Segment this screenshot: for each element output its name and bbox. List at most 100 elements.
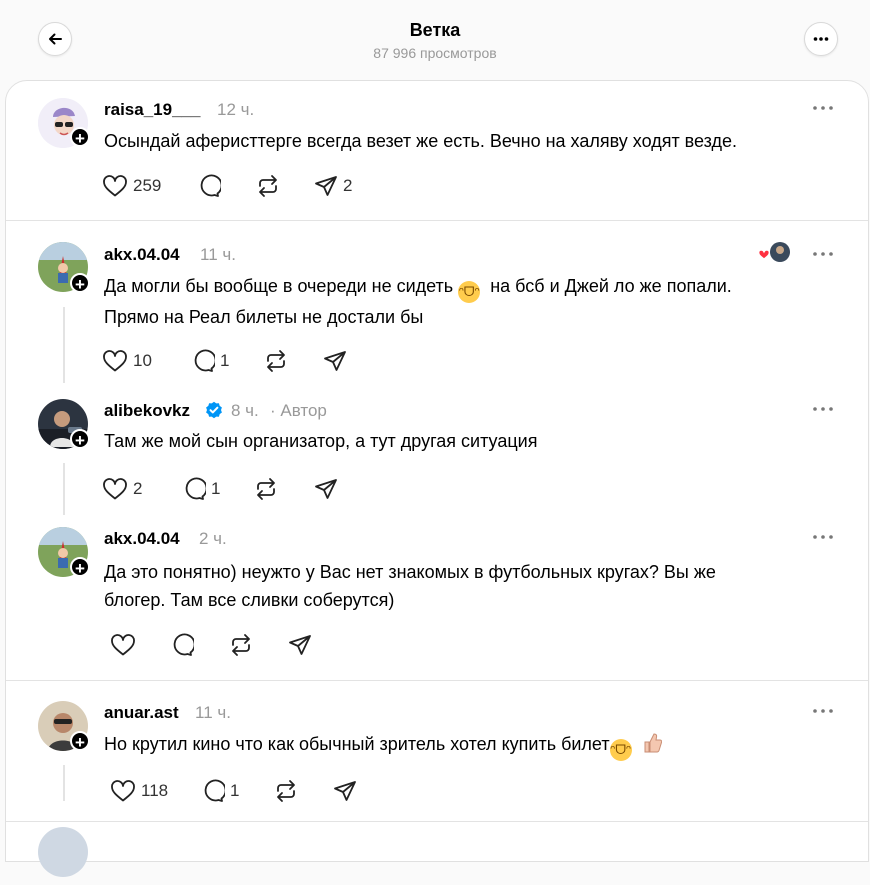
- follow-plus-icon[interactable]: +: [70, 127, 90, 148]
- post: + akx.04.04 11 ч. Да могли бы вообще в о…: [6, 221, 868, 383]
- page-title: Ветка: [409, 20, 461, 40]
- repost-icon: [259, 175, 277, 197]
- repost-button[interactable]: [253, 474, 279, 504]
- comment-icon: [204, 779, 225, 802]
- post-text: Да это понятно) неужто у Вас нет знакомы…: [104, 558, 824, 614]
- send-icon: [315, 479, 337, 499]
- laughing-emoji-icon: ᵔᗜᵔ: [609, 739, 632, 761]
- post-text: Да могли бы вообще в очереди не сидеть ᵔ…: [104, 272, 824, 331]
- share-button[interactable]: [288, 630, 312, 660]
- reply-button[interactable]: 1: [200, 776, 239, 806]
- reply-button[interactable]: [196, 171, 221, 201]
- follow-plus-icon[interactable]: +: [70, 557, 90, 578]
- post-text-line: Прямо на Реал билеты не достали бы: [104, 307, 424, 327]
- like-count: 2: [133, 479, 143, 498]
- thread-line: [63, 307, 65, 383]
- post-text-line: Но крутил кино что как обычный зритель х…: [104, 730, 824, 761]
- repost-icon: [232, 634, 250, 656]
- like-count: 10: [133, 351, 152, 370]
- like-button[interactable]: [110, 630, 136, 660]
- like-button[interactable]: 10: [102, 346, 152, 376]
- username[interactable]: alibekovkz: [104, 401, 190, 421]
- username[interactable]: raisa_19___: [104, 100, 200, 120]
- comment-icon: [200, 174, 221, 197]
- post: + alibekovkz 8 ч. · Автор Там же мой сын…: [6, 381, 868, 515]
- post-actions: 2 1: [102, 474, 402, 504]
- comment-icon: [185, 477, 206, 500]
- reply-count: 1: [211, 479, 221, 498]
- post-time[interactable]: 12 ч.: [217, 100, 254, 120]
- send-icon: [315, 176, 337, 196]
- thread-header: Ветка 87 996 просмотров: [0, 0, 870, 80]
- follow-plus-icon[interactable]: +: [70, 731, 90, 752]
- post-time[interactable]: 8 ч.: [231, 401, 259, 421]
- repost-icon: [277, 780, 295, 802]
- comment-icon: [173, 633, 194, 656]
- post-actions: [102, 630, 402, 660]
- post-text-line: Да это понятно) неужто у Вас нет знакомы…: [104, 562, 716, 582]
- post-text: Там же мой сын организатор, а тут другая…: [104, 427, 824, 455]
- more-options-icon[interactable]: [812, 402, 834, 416]
- view-count: 87 996 просмотров: [373, 45, 497, 61]
- like-button[interactable]: 2: [102, 474, 142, 504]
- avatar[interactable]: [38, 827, 88, 877]
- post-time[interactable]: 2 ч.: [199, 529, 227, 549]
- share-count: 2: [343, 176, 353, 195]
- thread-card: + raisa_19___ 12 ч. Осындай аферисттерге…: [5, 80, 869, 877]
- follow-plus-icon[interactable]: +: [70, 429, 90, 450]
- username[interactable]: akx.04.04: [104, 245, 180, 265]
- heart-icon: [103, 478, 127, 500]
- like-count: 259: [133, 176, 162, 195]
- more-options-icon[interactable]: [812, 101, 834, 115]
- reply-button[interactable]: 1: [181, 474, 220, 504]
- repost-icon: [257, 478, 275, 500]
- username[interactable]: akx.04.04: [104, 529, 180, 549]
- username[interactable]: anuar.ast: [104, 703, 179, 723]
- reply-count: 1: [220, 351, 230, 370]
- reply-button[interactable]: 1: [190, 346, 229, 376]
- repost-button[interactable]: [273, 776, 299, 806]
- like-button[interactable]: 118: [110, 776, 168, 806]
- post-text-line: Да могли бы вообще в очереди не сидеть ᵔ…: [104, 272, 824, 303]
- thread-line: [63, 463, 65, 515]
- more-options-icon[interactable]: [812, 704, 834, 718]
- heart-icon: [103, 175, 127, 197]
- share-button[interactable]: [314, 474, 338, 504]
- like-button[interactable]: 259: [102, 171, 161, 201]
- more-options-icon[interactable]: [812, 530, 834, 544]
- thread-line: [63, 765, 65, 801]
- post-actions: 118 1: [102, 776, 402, 806]
- more-options-icon[interactable]: [812, 247, 834, 261]
- post: + akx.04.04 2 ч. Да это понятно) неужто …: [6, 509, 868, 679]
- share-button[interactable]: 2: [314, 171, 352, 201]
- post-text-line: Там же мой сын организатор, а тут другая…: [104, 431, 538, 451]
- share-button[interactable]: [323, 346, 347, 376]
- repost-button[interactable]: [263, 346, 289, 376]
- repost-button[interactable]: [228, 630, 254, 660]
- post-time[interactable]: 11 ч.: [200, 245, 236, 265]
- laughing-emoji-icon: ᵔᗜᵔ: [458, 281, 481, 303]
- post-time[interactable]: 11 ч.: [195, 703, 231, 723]
- divider: [6, 821, 868, 822]
- share-button[interactable]: [333, 776, 357, 806]
- follow-plus-icon[interactable]: +: [70, 273, 90, 294]
- thumbs-up-emoji-icon: [642, 732, 662, 754]
- reply-button[interactable]: [169, 630, 194, 660]
- repost-icon: [267, 350, 285, 372]
- like-count: 118: [141, 781, 169, 800]
- repost-button[interactable]: [255, 171, 281, 201]
- thread-menu-button[interactable]: [804, 22, 838, 56]
- verified-badge-icon: [206, 401, 222, 419]
- more-horizontal-icon: [813, 37, 829, 41]
- heart-icon: [111, 780, 135, 802]
- post: + anuar.ast 11 ч. Но крутил кино что как…: [6, 681, 868, 831]
- send-icon: [289, 635, 311, 655]
- comment-icon: [194, 349, 215, 372]
- reply-count: 1: [230, 781, 240, 800]
- post-text-line: Осындай аферисттерге всегда везет же ест…: [104, 131, 738, 151]
- post-text-line: блогер. Там все сливки соберутся): [104, 590, 395, 610]
- heart-icon: [103, 350, 127, 372]
- send-icon: [334, 781, 356, 801]
- post-text: Но крутил кино что как обычный зритель х…: [104, 730, 824, 761]
- post-actions: 10 1: [102, 346, 402, 376]
